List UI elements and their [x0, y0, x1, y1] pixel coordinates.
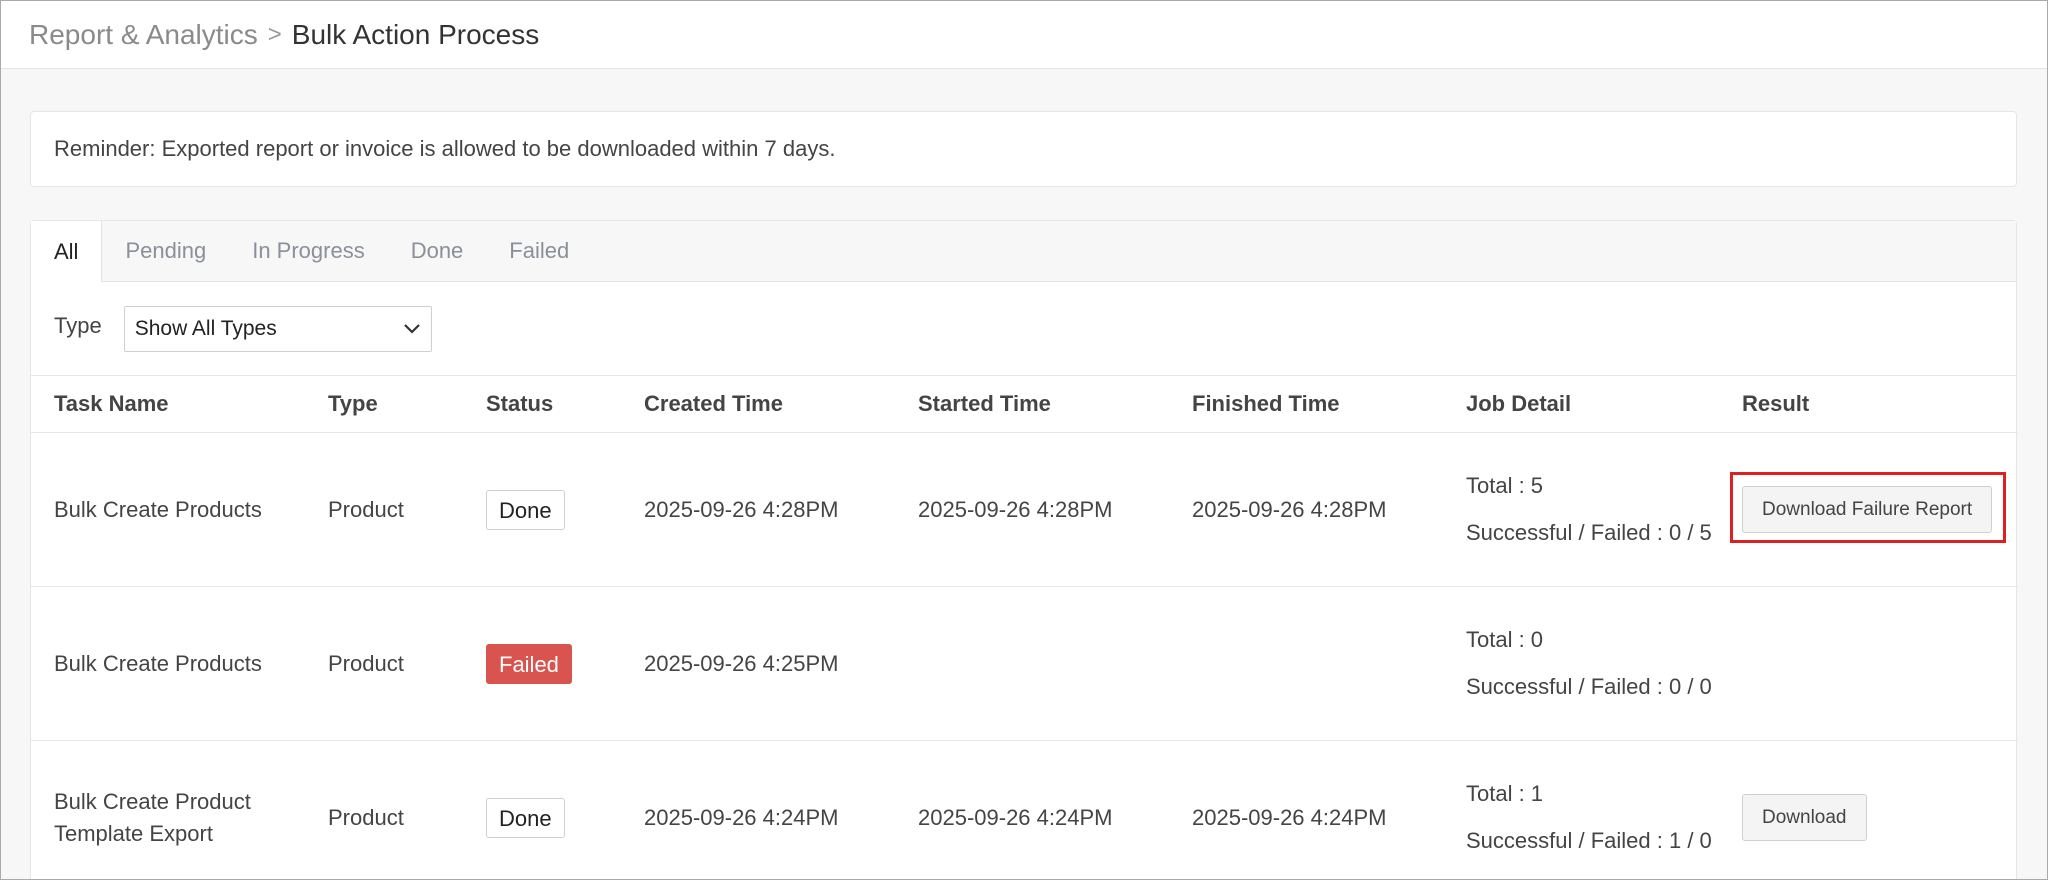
- job-detail-result: Successful / Failed : 0 / 0: [1466, 674, 1712, 699]
- table-row: Bulk Create Products Product Done 2025-0…: [31, 432, 2018, 587]
- result-cell: [1719, 586, 2018, 741]
- breadcrumb-parent-link[interactable]: Report & Analytics: [29, 19, 258, 51]
- table-header-row: Task Name Type Status Created Time Start…: [31, 376, 2018, 433]
- job-detail-cell: Total : 1 Successful / Failed : 1 / 0: [1443, 740, 1719, 879]
- type-filter-label: Type: [54, 312, 102, 338]
- started-time-cell: 2025-09-26 4:28PM: [895, 432, 1169, 587]
- created-time-cell: 2025-09-26 4:25PM: [621, 586, 895, 741]
- column-header-result: Result: [1719, 376, 2018, 433]
- column-header-task-name: Task Name: [31, 376, 305, 433]
- chevron-right-icon: >: [267, 20, 282, 48]
- finished-time-cell: 2025-09-26 4:24PM: [1169, 740, 1443, 879]
- type-select[interactable]: Show All Types: [123, 305, 432, 352]
- finished-time-cell: [1169, 586, 1443, 741]
- type-filter: Type Show All Types: [31, 282, 2016, 376]
- table-row: Bulk Create Product Template Export Prod…: [31, 740, 2018, 879]
- tab-failed[interactable]: Failed: [486, 221, 592, 281]
- reminder-text: Reminder: Exported report or invoice is …: [54, 136, 836, 161]
- job-detail-total: Total : 5: [1466, 473, 1544, 498]
- type-cell: Product: [305, 740, 463, 879]
- download-button[interactable]: Download: [1742, 794, 1867, 841]
- job-detail-cell: Total : 0 Successful / Failed : 0 / 0: [1443, 586, 1719, 741]
- type-cell: Product: [305, 432, 463, 587]
- column-header-finished-time: Finished Time: [1169, 376, 1443, 433]
- task-name-cell: Bulk Create Products: [31, 432, 305, 587]
- status-tabs: All Pending In Progress Done Failed: [31, 221, 2016, 282]
- tab-done[interactable]: Done: [388, 221, 487, 281]
- job-detail-result: Successful / Failed : 1 / 0: [1466, 828, 1712, 853]
- table-row: Bulk Create Products Product Failed 2025…: [31, 586, 2018, 741]
- status-cell: Done: [463, 432, 621, 587]
- task-name-cell: Bulk Create Products: [31, 586, 305, 741]
- status-badge: Done: [486, 489, 565, 530]
- status-cell: Failed: [463, 586, 621, 741]
- download-failure-report-button[interactable]: Download Failure Report: [1742, 486, 1993, 533]
- created-time-cell: 2025-09-26 4:24PM: [621, 740, 895, 879]
- task-name-cell: Bulk Create Product Template Export: [31, 740, 305, 879]
- job-detail-result: Successful / Failed : 0 / 5: [1466, 520, 1712, 545]
- column-header-type: Type: [305, 376, 463, 433]
- page-title: Bulk Action Process: [291, 18, 540, 50]
- chevron-down-icon: [403, 323, 421, 335]
- job-detail-cell: Total : 5 Successful / Failed : 0 / 5: [1443, 432, 1719, 587]
- started-time-cell: 2025-09-26 4:24PM: [895, 740, 1169, 879]
- reminder-banner: Reminder: Exported report or invoice is …: [30, 111, 2017, 187]
- type-cell: Product: [305, 586, 463, 741]
- created-time-cell: 2025-09-26 4:28PM: [621, 432, 895, 587]
- app-window: Report & Analytics > Bulk Action Process…: [0, 0, 2048, 880]
- column-header-created-time: Created Time: [621, 376, 895, 433]
- result-cell: Download Failure Report: [1719, 432, 2018, 587]
- tab-pending[interactable]: Pending: [102, 221, 229, 281]
- result-cell: Download: [1719, 740, 2018, 879]
- tasks-table: Task Name Type Status Created Time Start…: [31, 376, 2018, 879]
- page-header: Report & Analytics > Bulk Action Process: [1, 1, 2047, 69]
- started-time-cell: [895, 586, 1169, 741]
- tab-in-progress[interactable]: In Progress: [229, 221, 388, 281]
- column-header-job-detail: Job Detail: [1443, 376, 1719, 433]
- column-header-status: Status: [463, 376, 621, 433]
- status-cell: Done: [463, 740, 621, 879]
- bulk-action-panel: All Pending In Progress Done Failed Type…: [30, 220, 2018, 879]
- tab-all[interactable]: All: [31, 221, 103, 282]
- column-header-started-time: Started Time: [895, 376, 1169, 433]
- status-badge: Failed: [486, 643, 572, 684]
- job-detail-total: Total : 0: [1466, 627, 1544, 652]
- job-detail-total: Total : 1: [1466, 781, 1544, 806]
- type-select-value: Show All Types: [134, 316, 277, 340]
- finished-time-cell: 2025-09-26 4:28PM: [1169, 432, 1443, 587]
- status-badge: Done: [486, 797, 565, 838]
